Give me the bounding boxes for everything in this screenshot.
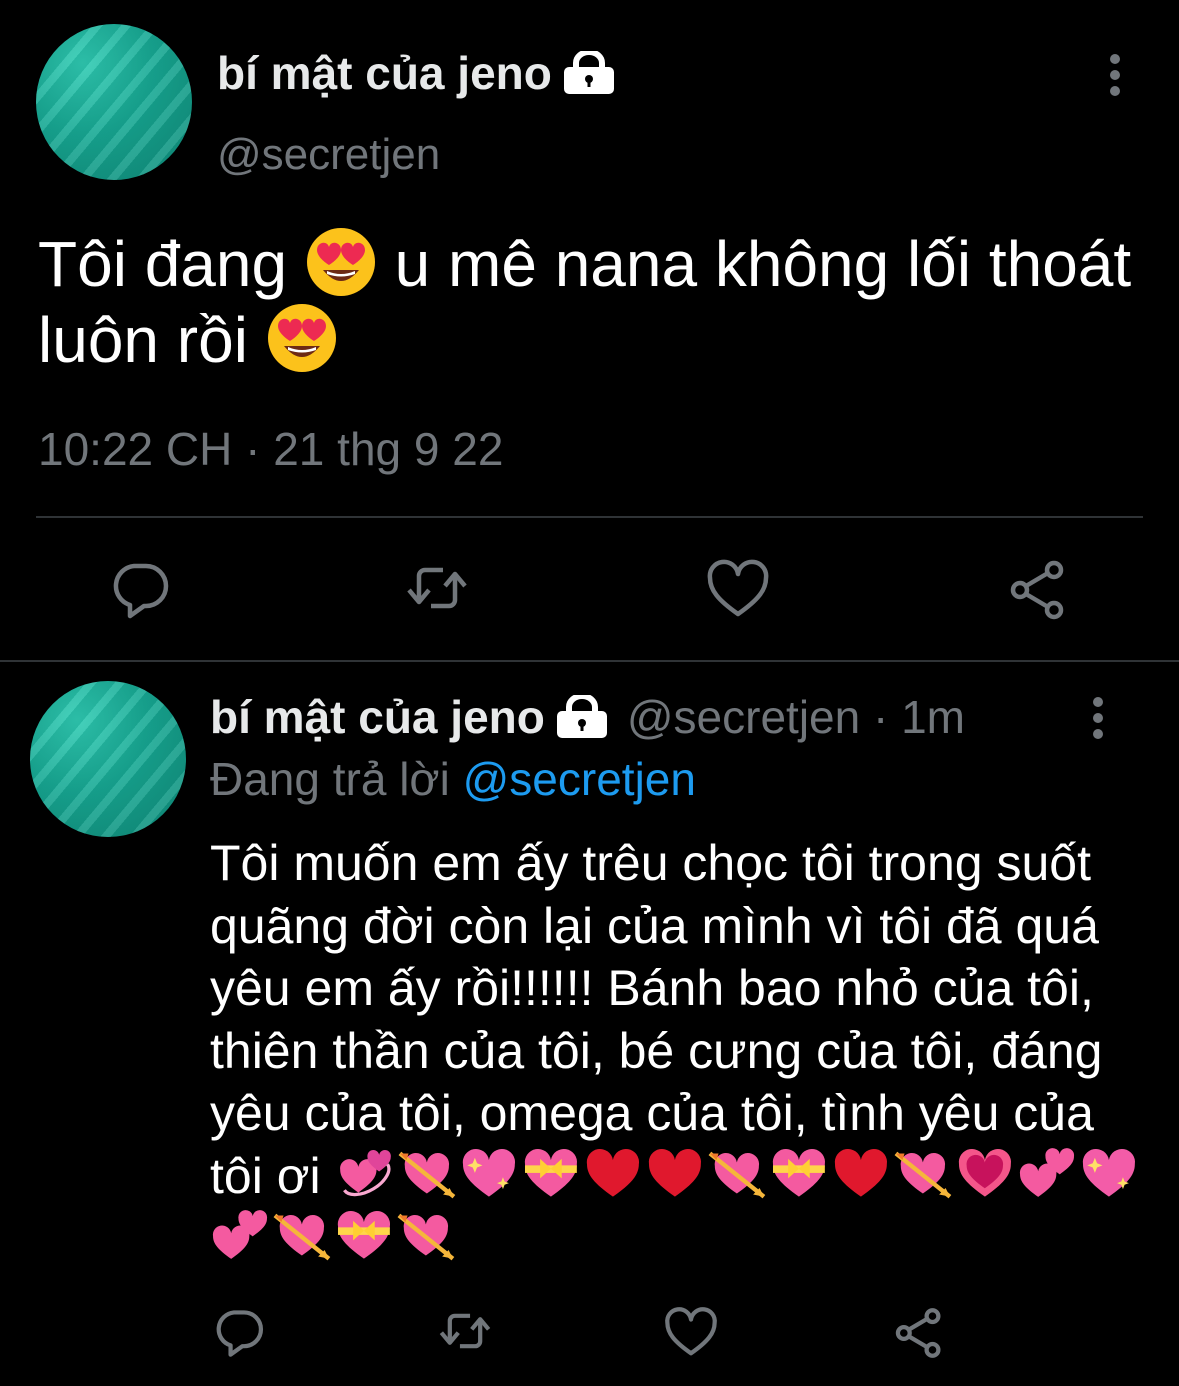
more-vertical-icon[interactable] — [1078, 688, 1118, 748]
red-heart-emoji — [645, 1147, 707, 1201]
avatar[interactable] — [30, 681, 186, 837]
main-tweet: bí mật của jeno @secretjen Tôi đang u mê… — [0, 0, 1179, 662]
revolving-hearts-emoji — [335, 1147, 397, 1201]
heart-with-ribbon-emoji — [521, 1147, 583, 1201]
reply-icon[interactable] — [212, 1304, 266, 1358]
more-vertical-icon[interactable] — [1095, 45, 1135, 105]
two-hearts-emoji — [210, 1209, 272, 1263]
lock-icon — [555, 695, 609, 739]
sparkling-heart-emoji — [1079, 1147, 1141, 1201]
emoji-sequence — [210, 1147, 1141, 1267]
action-bar — [0, 550, 1179, 630]
replying-label: Đang trả lời — [210, 753, 463, 805]
divider — [0, 660, 1179, 662]
action-bar — [0, 1300, 1179, 1370]
sparkling-heart-emoji — [459, 1147, 521, 1201]
beating-heart-emoji — [955, 1147, 1017, 1201]
handle-and-time[interactable]: @secretjen · 1m — [627, 690, 965, 744]
heart-with-arrow-emoji — [893, 1147, 955, 1201]
author-name-row[interactable]: bí mật của jeno — [217, 46, 616, 100]
divider — [36, 516, 1143, 518]
heart-with-arrow-emoji — [396, 1209, 458, 1263]
two-hearts-emoji — [1017, 1147, 1079, 1201]
heart-eyes-emoji — [305, 226, 377, 298]
heart-with-arrow-emoji — [707, 1147, 769, 1201]
timestamp[interactable]: 10:22 CH · 21 thg 9 22 — [38, 422, 503, 476]
tweet-text: Tôi đang u mê nana không lối thoát luôn … — [38, 226, 1148, 378]
display-name[interactable]: bí mật của jeno — [210, 690, 545, 744]
red-heart-emoji — [583, 1147, 645, 1201]
red-heart-emoji — [831, 1147, 893, 1201]
avatar[interactable] — [36, 24, 192, 180]
replying-handle-link[interactable]: @secretjen — [463, 753, 696, 805]
display-name[interactable]: bí mật của jeno — [217, 46, 552, 100]
heart-eyes-emoji — [266, 302, 338, 374]
heart-with-arrow-emoji — [397, 1147, 459, 1201]
heart-with-ribbon-emoji — [769, 1147, 831, 1201]
tweet-text-part-1: Tôi đang — [38, 228, 305, 300]
like-icon[interactable] — [664, 1306, 718, 1360]
heart-with-ribbon-emoji — [334, 1209, 396, 1263]
reply-icon[interactable] — [108, 556, 172, 620]
author-handle[interactable]: @secretjen — [217, 130, 440, 180]
like-icon[interactable] — [706, 558, 770, 622]
share-icon[interactable] — [892, 1306, 946, 1360]
retweet-icon[interactable] — [405, 556, 469, 620]
reply-header: bí mật của jeno @secretjen · 1m — [210, 690, 965, 744]
tweet-text: Tôi muốn em ấy trêu chọc tôi trong suốt … — [210, 832, 1150, 1270]
retweet-icon[interactable] — [438, 1304, 492, 1358]
lock-icon — [562, 51, 616, 95]
share-icon[interactable] — [1006, 558, 1070, 622]
heart-with-arrow-emoji — [272, 1209, 334, 1263]
replying-to: Đang trả lời @secretjen — [210, 752, 696, 806]
